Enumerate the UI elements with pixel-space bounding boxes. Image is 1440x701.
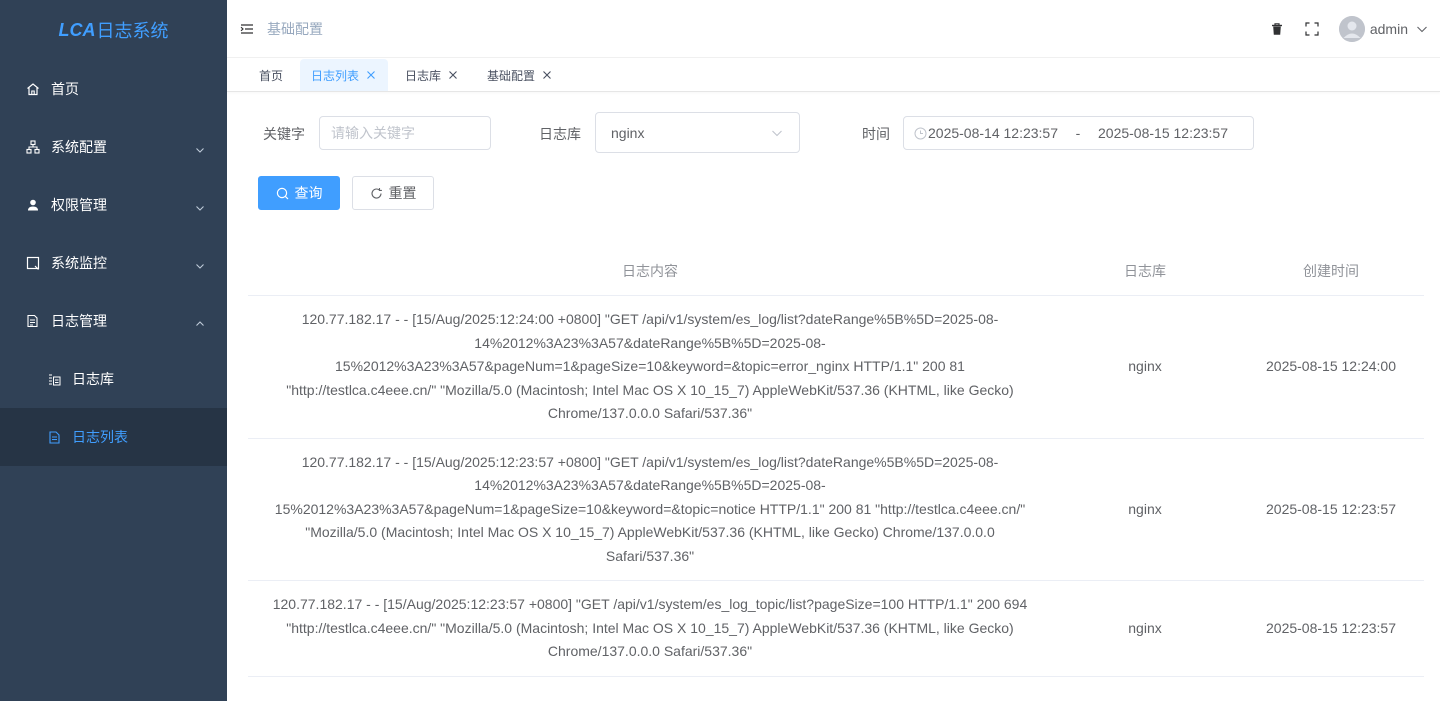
reset-button-label: 重置 — [388, 185, 417, 201]
tag-label: 基础配置 — [487, 68, 536, 83]
log-table: 日志内容 日志库 创建时间 120.77.182.17 - - [15/Aug/… — [248, 247, 1424, 677]
sidebar-item-system-config[interactable]: 系统配置 — [0, 118, 227, 176]
chevron-up-icon — [195, 316, 205, 326]
sidebar-subitem-label: 日志库 — [72, 371, 114, 387]
date-range-separator: - — [1075, 125, 1081, 141]
logo-mark: LCA — [58, 19, 96, 40]
breadcrumb: 基础配置 — [267, 20, 323, 37]
fullscreen-icon[interactable] — [1304, 21, 1320, 37]
sidebar-item-label: 日志管理 — [51, 313, 107, 329]
chevron-down-icon — [195, 142, 205, 153]
trash-icon[interactable] — [1269, 21, 1285, 37]
table-cell-content: 120.77.182.17 - - [15/Aug/2025:12:23:57 … — [248, 581, 1052, 676]
main-content: 基础配置 admin 首页 日志列表 日志库 基础配置 关键字 请输入关键字 日… — [227, 0, 1440, 701]
sidebar-item-label: 首页 — [51, 81, 79, 97]
tag-log-library[interactable]: 日志库 — [394, 59, 470, 91]
table-cell-library: nginx — [1128, 358, 1162, 374]
close-icon[interactable] — [541, 69, 553, 81]
chevron-down-icon — [771, 127, 783, 139]
sidebar-item-monitoring[interactable]: 系统监控 — [0, 234, 227, 292]
app-logo[interactable]: LCA 日志系统 — [0, 0, 227, 60]
tag-base-config[interactable]: 基础配置 — [476, 59, 564, 91]
column-header-content[interactable]: 日志内容 — [248, 247, 1052, 295]
log-content-text: 120.77.182.17 - - [15/Aug/2025:12:24:00 … — [286, 311, 1014, 421]
document-icon — [48, 430, 61, 444]
tag-home[interactable]: 首页 — [248, 59, 294, 91]
search-button[interactable]: 查询 — [258, 176, 340, 210]
tag-label: 日志库 — [405, 68, 442, 83]
date-range-end[interactable]: 2025-08-15 12:23:57 — [1098, 125, 1228, 141]
sidebar-item-label: 系统配置 — [51, 139, 107, 155]
log-content-text: 120.77.182.17 - - [15/Aug/2025:12:23:57 … — [272, 596, 1028, 659]
table-cell-library: nginx — [1128, 619, 1162, 636]
refresh-icon — [370, 187, 383, 200]
home-icon — [26, 82, 40, 96]
navbar: 基础配置 admin — [227, 0, 1440, 58]
sidebar-subitem-label: 日志列表 — [72, 429, 128, 445]
log-icon — [26, 314, 40, 328]
sitemap-icon — [26, 140, 40, 154]
chevron-down-icon — [195, 258, 205, 269]
sidebar-menu: 首页 系统配置 权限管理 系统监控 日志管理 日志库 日志列表 — [0, 60, 227, 466]
column-header-created[interactable]: 创建时间 — [1238, 247, 1424, 295]
table-cell-created: 2025-08-15 12:23:57 — [1266, 619, 1396, 636]
time-label: 时间 — [862, 126, 890, 142]
tag-label: 首页 — [259, 68, 284, 83]
table-cell-created: 2025-08-15 12:23:57 — [1266, 500, 1396, 517]
keyword-label: 关键字 — [263, 126, 305, 142]
navbar-right: admin — [1269, 0, 1440, 58]
table-cell-created: 2025-08-15 12:24:00 — [1266, 358, 1396, 374]
avatar[interactable] — [1338, 16, 1365, 42]
user-icon — [26, 198, 40, 212]
tag-label: 日志列表 — [311, 68, 360, 83]
log-content-text: 120.77.182.17 - - [15/Aug/2025:12:23:57 … — [274, 453, 1026, 564]
clock-icon — [914, 127, 927, 140]
chevron-down-icon — [195, 200, 205, 211]
tags-view: 首页 日志列表 日志库 基础配置 — [227, 58, 1440, 92]
keyword-input[interactable]: 请输入关键字 — [319, 116, 491, 150]
sidebar-subitem-log-list[interactable]: 日志列表 — [0, 408, 227, 466]
table-cell-content: 120.77.182.17 - - [15/Aug/2025:12:24:00 … — [248, 296, 1052, 438]
tag-log-list[interactable]: 日志列表 — [300, 59, 389, 91]
table-row[interactable]: 120.77.182.17 - - [15/Aug/2025:12:24:00 … — [248, 296, 1424, 439]
username[interactable]: admin — [1370, 21, 1408, 37]
column-header-library[interactable]: 日志库 — [1052, 247, 1238, 295]
table-cell-content: 120.77.182.17 - - [15/Aug/2025:12:23:57 … — [248, 439, 1052, 581]
hamburger-icon[interactable] — [240, 22, 254, 36]
library-label: 日志库 — [539, 126, 581, 142]
sidebar-item-label: 系统监控 — [51, 255, 107, 271]
logo-name: 日志系统 — [96, 21, 169, 41]
close-icon[interactable] — [365, 69, 377, 81]
sidebar-item-log-management[interactable]: 日志管理 — [0, 292, 227, 350]
sidebar-subitem-log-library[interactable]: 日志库 — [0, 350, 227, 408]
search-icon — [276, 187, 289, 200]
search-form: 关键字 请输入关键字 日志库 nginx 时间 2025-08-14 12:23… — [227, 112, 1440, 154]
library-select-value: nginx — [611, 124, 645, 141]
date-range-picker[interactable]: 2025-08-14 12:23:57 - 2025-08-15 12:23:5… — [903, 116, 1254, 150]
reset-button[interactable]: 重置 — [352, 176, 434, 210]
chevron-down-icon[interactable] — [1416, 23, 1428, 35]
close-icon[interactable] — [447, 69, 459, 81]
search-button-label: 查询 — [294, 185, 323, 201]
table-cell-library: nginx — [1128, 500, 1162, 517]
library-select[interactable]: nginx — [595, 112, 800, 153]
table-row[interactable]: 120.77.182.17 - - [15/Aug/2025:12:23:57 … — [248, 439, 1424, 581]
sidebar-item-permissions[interactable]: 权限管理 — [0, 176, 227, 234]
table-row[interactable]: 120.77.182.17 - - [15/Aug/2025:12:23:57 … — [248, 581, 1424, 677]
monitor-icon — [26, 256, 40, 270]
sidebar-item-home[interactable]: 首页 — [0, 60, 227, 118]
database-icon — [48, 373, 61, 386]
sidebar-item-label: 权限管理 — [51, 197, 107, 213]
date-range-start[interactable]: 2025-08-14 12:23:57 — [928, 125, 1058, 141]
sidebar: LCA 日志系统 首页 系统配置 权限管理 系统监控 日志管理 日志库 日志列表 — [0, 0, 227, 701]
table-header: 日志内容 日志库 创建时间 — [248, 247, 1424, 296]
keyword-placeholder: 请输入关键字 — [331, 125, 415, 141]
